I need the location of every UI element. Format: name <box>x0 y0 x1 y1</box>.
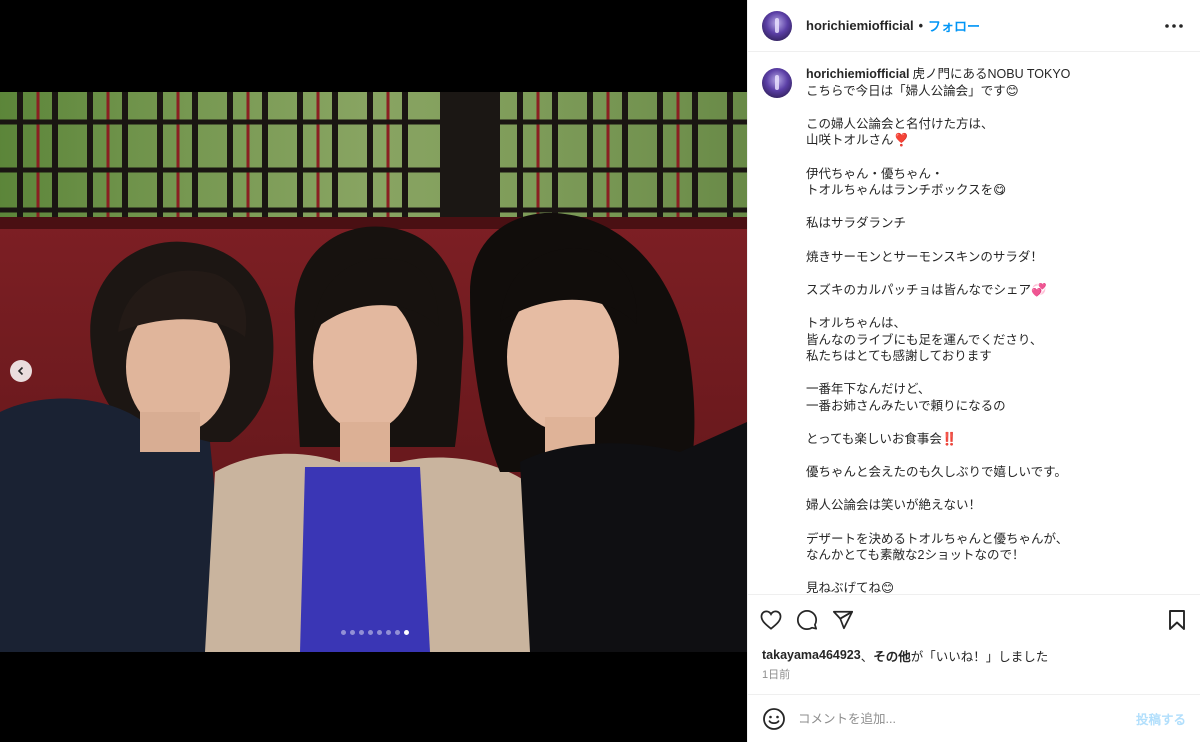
caption-line: 私たちはとても感謝しております <box>806 349 992 364</box>
post-side-panel: horichiemiofficial • フォロー horichiemioffi… <box>747 0 1200 742</box>
post-header: horichiemiofficial • フォロー <box>748 0 1200 52</box>
post-comment-button[interactable]: 投稿する <box>1136 709 1186 728</box>
liked-by-user[interactable]: takayama464923 <box>762 648 861 662</box>
caption-line <box>806 448 1186 465</box>
carousel-prev-button[interactable] <box>10 360 32 382</box>
header-separator: • <box>918 18 924 33</box>
carousel-dot <box>340 630 346 635</box>
caption-line: とっても楽しいお食事会‼️ <box>806 432 958 447</box>
caption-line: トオルちゃんはランチボックスを😋 <box>806 183 1007 198</box>
heart-icon <box>760 609 782 630</box>
instagram-post: horichiemiofficial • フォロー horichiemioffi… <box>0 0 1200 742</box>
caption-line: デザートを決めるトオルちゃんと優ちゃんが、 <box>806 531 1069 546</box>
caption-line <box>806 414 1186 431</box>
caption-line: 伊代ちゃん・優ちゃん・ <box>806 166 944 181</box>
carousel-dot <box>403 630 409 635</box>
likes-separator: 、 <box>860 649 874 664</box>
caption-line <box>806 481 1186 498</box>
caption-line: 一番お姉さんみたいで頼りになるの <box>806 398 1006 413</box>
bookmark-icon <box>1169 609 1185 630</box>
media-pane <box>0 0 747 742</box>
caption-line <box>806 199 1186 216</box>
post-photo[interactable] <box>0 92 747 652</box>
emoji-icon <box>763 707 785 730</box>
caption-line: なんかとても素敵な2ショットなので！ <box>806 548 1025 563</box>
caption-line: トオルちゃんは、 <box>806 315 907 330</box>
more-options-button[interactable] <box>1162 14 1186 38</box>
avatar[interactable] <box>762 10 792 41</box>
carousel-dot <box>367 630 373 635</box>
caption-line: 焼きサーモンとサーモンスキンのサラダ！ <box>806 249 1043 264</box>
send-icon <box>832 610 854 629</box>
carousel-dot <box>394 630 400 635</box>
caption-text: horichiemiofficial 虎ノ門にあるNOBU TOKYO こちらで今日… <box>806 66 1186 594</box>
caption-line: こちらで今日は「婦人公論会」です😊 <box>806 83 1019 98</box>
follow-button[interactable]: フォロー <box>928 16 980 35</box>
header-username[interactable]: horichiemiofficial <box>806 18 914 33</box>
likes-summary: takayama464923 、 その他 が「いいね！」しました <box>748 644 1200 666</box>
comment-button[interactable] <box>794 607 820 633</box>
like-button[interactable] <box>758 607 784 633</box>
caption-author[interactable]: horichiemiofficial <box>806 67 910 81</box>
save-button[interactable] <box>1164 607 1190 633</box>
caption-line: horichiemiofficial 虎ノ門にあるNOBU TOKYO <box>806 67 1071 81</box>
post-timestamp[interactable]: 1日前 <box>748 666 1200 682</box>
caption-line: 山咲トオルさん❣️ <box>806 133 910 148</box>
caption-line: この婦人公論会と名付けた方は、 <box>806 116 994 131</box>
caption-line: 優ちゃんと会えたのも久しぶりで嬉しいです。 <box>806 465 1067 480</box>
caption-line <box>806 265 1186 282</box>
action-bar <box>748 594 1200 644</box>
caption-section: horichiemiofficial 虎ノ門にあるNOBU TOKYO こちらで今日… <box>748 52 1200 594</box>
caption-line: 婦人公論会は笑いが絶えない！ <box>806 498 982 513</box>
photo-illustration <box>0 92 747 652</box>
comment-input[interactable] <box>798 711 1136 726</box>
carousel-dot <box>385 630 391 635</box>
more-horizontal-icon <box>1165 23 1183 28</box>
carousel-dot <box>358 630 364 635</box>
comment-icon <box>796 609 818 630</box>
share-button[interactable] <box>830 607 856 633</box>
caption-line: 私はサラダランチ <box>806 216 907 231</box>
caption-line <box>806 514 1186 531</box>
carousel-dot <box>349 630 355 635</box>
caption-line: 一番年下なんだけど、 <box>806 382 931 397</box>
caption-line <box>806 99 1186 116</box>
carousel-indicator <box>0 630 747 635</box>
caption-line <box>806 149 1186 166</box>
caption-avatar[interactable] <box>762 68 792 98</box>
caption-line <box>806 298 1186 315</box>
chevron-left-icon <box>17 366 24 376</box>
likes-suffix: が「いいね！」しました <box>910 649 1049 664</box>
caption-line: 見ねぶげてね😊 <box>806 581 895 594</box>
caption-line <box>806 564 1186 581</box>
liked-by-others[interactable]: その他 <box>873 646 911 665</box>
caption: horichiemiofficial 虎ノ門にあるNOBU TOKYO こちらで今日… <box>806 66 1186 594</box>
caption-line <box>806 232 1186 249</box>
carousel-dot <box>376 630 382 635</box>
caption-line: 皆んなのライブにも足を運んでくださり、 <box>806 332 1043 347</box>
comment-composer: 投稿する <box>748 694 1200 742</box>
caption-line: スズキのカルパッチョは皆んなでシェア💞 <box>806 282 1047 297</box>
emoji-button[interactable] <box>762 707 786 731</box>
caption-line <box>806 365 1186 382</box>
